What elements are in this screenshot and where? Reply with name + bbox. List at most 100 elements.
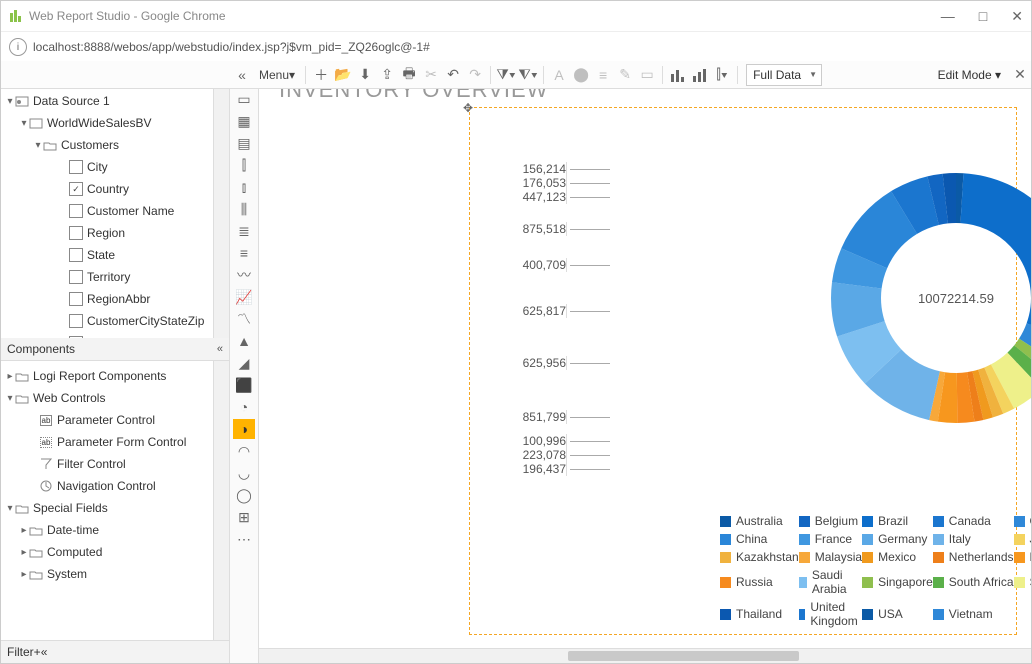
palette-item[interactable]: ▭ xyxy=(233,89,255,109)
tree-node[interactable]: Navigation Control xyxy=(1,475,213,497)
open-icon[interactable]: 📂 xyxy=(332,64,354,86)
tree-caret-icon[interactable]: ▾ xyxy=(5,393,15,404)
checkbox[interactable]: ✓ xyxy=(69,182,83,196)
tree-node[interactable]: abParameter Control xyxy=(1,409,213,431)
filter-settings-icon[interactable]: ⧩▾ xyxy=(495,64,517,86)
canvas-h-scrollbar[interactable] xyxy=(259,648,1031,663)
window-minimize-button[interactable]: — xyxy=(941,8,955,25)
menu-dropdown[interactable]: Menu▾ xyxy=(253,68,301,82)
export-icon[interactable]: ⇪ xyxy=(376,64,398,86)
tree-node[interactable]: ▾Web Controls xyxy=(1,387,213,409)
palette-item[interactable]: ≡ xyxy=(233,243,255,263)
palette-item[interactable]: ⊞ xyxy=(233,507,255,527)
tree-caret-icon[interactable]: ▾ xyxy=(5,96,15,107)
components-tree[interactable]: ▸Logi Report Components▾Web ControlsabPa… xyxy=(1,361,213,640)
move-handle-icon[interactable]: ✥ xyxy=(463,101,475,113)
bar-chart-icon[interactable] xyxy=(667,64,689,86)
column-chart-icon[interactable] xyxy=(689,64,711,86)
window-close-button[interactable]: ✕ xyxy=(1011,8,1023,25)
tree-node[interactable]: Filter Control xyxy=(1,453,213,475)
tree-node[interactable]: ✓ Country xyxy=(1,178,213,200)
palette-item[interactable]: ◑ xyxy=(233,419,255,439)
tree-node[interactable]: ▾ Customers xyxy=(1,134,213,156)
tree-node[interactable]: ▾ WorldWideSalesBV xyxy=(1,112,213,134)
add-filter-icon[interactable]: + xyxy=(34,645,41,659)
tree-node[interactable]: ▸System xyxy=(1,563,213,585)
tree-node[interactable]: ▾ Data Source 1 xyxy=(1,90,213,112)
tree-caret-icon[interactable]: ▾ xyxy=(5,503,15,514)
components-scrollbar[interactable] xyxy=(213,361,229,640)
collapse-icon[interactable]: « xyxy=(41,645,48,659)
palette-item[interactable]: ◔ xyxy=(233,397,255,417)
tree-caret-icon[interactable]: ▸ xyxy=(19,569,29,580)
node-icon xyxy=(15,501,29,515)
checkbox[interactable] xyxy=(69,204,83,218)
checkbox[interactable] xyxy=(69,292,83,306)
palette-item[interactable]: ▦ xyxy=(233,111,255,131)
save-icon[interactable]: ⬇ xyxy=(354,64,376,86)
tree-caret-icon[interactable]: ▸ xyxy=(19,525,29,536)
legend-swatch xyxy=(933,609,944,620)
legend-swatch xyxy=(933,534,944,545)
palette-item[interactable]: ◯ xyxy=(233,485,255,505)
legend-label: Russia xyxy=(736,575,773,589)
tree-caret-icon[interactable]: ▸ xyxy=(5,371,15,382)
tree-node[interactable]: ▾Special Fields xyxy=(1,497,213,519)
url-text[interactable]: localhost:8888/webos/app/webstudio/index… xyxy=(33,40,430,54)
undo-icon[interactable]: ↶ xyxy=(442,64,464,86)
filter-icon[interactable]: ⧨▾ xyxy=(517,64,539,86)
palette-item[interactable]: ▤ xyxy=(233,133,255,153)
palette-item[interactable]: ⫿ xyxy=(233,155,255,175)
border-icon: ▭ xyxy=(636,64,658,86)
tree-node[interactable]: RegionAbbr xyxy=(1,288,213,310)
tree-node[interactable]: Region xyxy=(1,222,213,244)
palette-item[interactable]: ◡ xyxy=(233,463,255,483)
collapse-icon[interactable]: « xyxy=(217,343,223,355)
palette-item[interactable]: ⬛ xyxy=(233,375,255,395)
print-icon[interactable]: 🖶 xyxy=(398,64,420,86)
tree-caret-icon[interactable]: ▸ xyxy=(19,547,29,558)
palette-item[interactable]: 〰 xyxy=(233,265,255,285)
palette-item[interactable]: ◠ xyxy=(233,441,255,461)
palette-item[interactable]: ◢ xyxy=(233,353,255,373)
tree-node[interactable]: ▸Logi Report Components xyxy=(1,365,213,387)
data-mode-dropdown[interactable]: Full Data xyxy=(746,64,822,86)
checkbox[interactable] xyxy=(69,270,83,284)
palette-item[interactable]: ⫾ xyxy=(233,177,255,197)
close-tab-icon[interactable]: ✕ xyxy=(1009,64,1031,86)
checkbox[interactable] xyxy=(69,226,83,240)
tree-node[interactable]: ▸Date-time xyxy=(1,519,213,541)
tree-node[interactable]: Territory xyxy=(1,266,213,288)
legend-item: United Kingdom xyxy=(799,600,862,628)
tree-node[interactable]: abParameter Form Control xyxy=(1,431,213,453)
new-icon[interactable]: ＋ xyxy=(310,64,332,86)
checkbox[interactable] xyxy=(69,314,83,328)
donut-chart[interactable]: 10072214.59 xyxy=(816,158,1031,438)
palette-item[interactable]: 📈 xyxy=(233,287,255,307)
edit-mode-dropdown[interactable]: Edit Mode ▾ xyxy=(938,68,1009,82)
palette-item[interactable]: 〽 xyxy=(233,309,255,329)
node-icon xyxy=(29,567,43,581)
resources-tree[interactable]: ▾ Data Source 1 ▾ WorldWideSalesBV ▾ Cus… xyxy=(1,86,213,338)
checkbox[interactable] xyxy=(69,160,83,174)
palette-item[interactable]: ⫼ xyxy=(233,199,255,219)
palette-item[interactable]: ⋯ xyxy=(233,529,255,549)
tree-node[interactable]: CustomerCityStateZip xyxy=(1,310,213,332)
tree-node[interactable]: Customer Name xyxy=(1,200,213,222)
toggle-panel-icon[interactable]: « xyxy=(231,64,253,86)
palette-item[interactable]: ≣ xyxy=(233,221,255,241)
tree-node[interactable]: State xyxy=(1,244,213,266)
tree-caret-icon[interactable]: ▾ xyxy=(19,118,29,129)
site-info-icon[interactable]: i xyxy=(9,38,27,56)
palette-item[interactable]: ▲ xyxy=(233,331,255,351)
design-canvas[interactable]: INVENTORY OVERVIEW ✥ 10072214.59 156,214… xyxy=(259,63,1031,663)
tree-node[interactable]: City xyxy=(1,156,213,178)
chart-selection-frame[interactable]: ✥ 10072214.59 156,214176,053447,123875,5… xyxy=(469,107,1017,635)
tree-caret-icon[interactable]: ▾ xyxy=(33,140,43,151)
window-maximize-button[interactable]: □ xyxy=(979,8,987,25)
tree-node[interactable]: ▸Computed xyxy=(1,541,213,563)
checkbox[interactable] xyxy=(69,248,83,262)
legend-label: Japan xyxy=(1030,532,1031,546)
resources-scrollbar[interactable] xyxy=(213,86,229,338)
chart-options-icon[interactable]: ⫿▾ xyxy=(711,64,733,86)
